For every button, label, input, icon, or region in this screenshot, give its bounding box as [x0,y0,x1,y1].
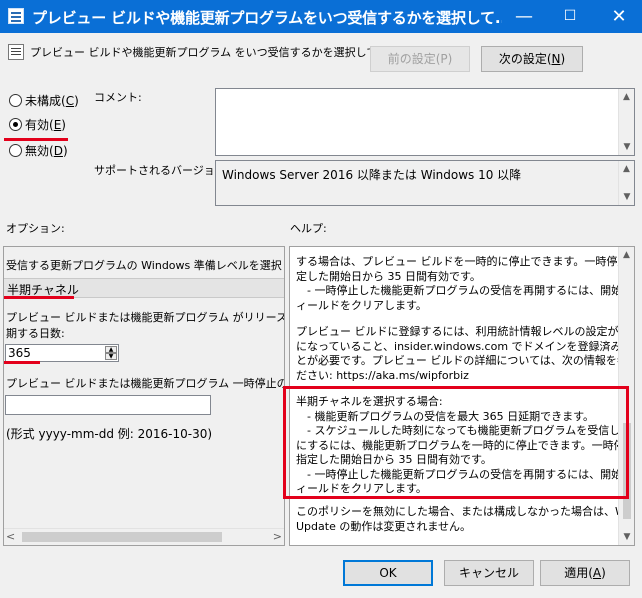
policy-icon [8,8,24,24]
help-line: このポリシーを無効にした場合、または構成しなかった場合は、Windows [296,505,635,518]
title-bar[interactable]: プレビュー ビルドや機能更新プログラムをいつ受信するかを選択して... — ☐ … [0,0,642,33]
defer-label-2: 期する日数: [6,327,65,340]
radio-circle[interactable] [9,144,22,157]
radio-key: C [65,94,75,108]
ok-button[interactable]: OK [343,560,433,586]
supported-value: Windows Server 2016 以降または Windows 10 以降 [222,168,522,182]
radio-not-configured[interactable]: 未構成(C) [9,92,79,110]
help-line: する場合は、プレビュー ビルドを一時的に停止できます。一時停止は、指 [296,255,635,268]
radio-circle-selected[interactable] [9,118,22,131]
radio-suffix: ) [62,144,68,158]
next-setting-button[interactable]: 次の設定(N) [481,46,583,72]
apply-key: A [592,566,602,580]
spin-up-icon[interactable]: ▲ [105,346,117,353]
comment-scrollbar[interactable]: ▲ ▼ [618,89,634,155]
defer-label: プレビュー ビルドまたは機能更新プログラム がリリースされた後、 [6,311,285,324]
help-line: ださい: https://aka.ms/wipforbiz [296,368,469,382]
supported-textbox: Windows Server 2016 以降または Windows 10 以降 … [215,160,635,206]
help-line: とが必要です。プレビュー ビルドの詳細については、次の情報を参照してく [296,354,635,367]
next-setting-suffix: ) [560,52,566,66]
defer-days-value: 365 [8,346,31,360]
scroll-up-icon[interactable]: ▲ [619,161,634,177]
help-line: 定した開始日から 35 日間有効です。 [296,269,481,283]
next-setting-label: 次の設定( [498,52,552,66]
help-line: になっていること、insider.windows.com でドメインを登録済みで… [296,339,635,353]
scroll-right-icon[interactable]: > [268,530,282,544]
maximize-icon[interactable]: ☐ [547,0,593,33]
help-line: プレビュー ビルドに登録するには、利用統計情報レベルの設定が 2 以上 [296,325,635,338]
help-paragraph-2: プレビュー ビルドに登録するには、利用統計情報レベルの設定が 2 以上 になって… [296,325,635,383]
options-hscrollbar[interactable]: < > [4,528,284,545]
apply-label: 適用( [564,566,593,580]
defer-days-spinner[interactable]: 365 ▲ ▼ [5,344,119,362]
annotation-underline [4,296,74,299]
radio-circle[interactable] [9,94,22,107]
radio-disabled[interactable]: 無効(D) [9,142,68,160]
prev-setting-button[interactable]: 前の設定(P) [370,46,470,72]
hscroll-thumb[interactable] [22,532,222,542]
scroll-up-icon[interactable]: ▲ [619,89,634,105]
pause-label: プレビュー ビルドまたは機能更新プログラム 一時停止の開始日 [6,377,284,390]
apply-suffix: ) [601,566,606,580]
help-line: Update の動作は変更されません。 [296,519,472,533]
options-label: オプション: [6,222,65,235]
help-paragraph-1: する場合は、プレビュー ビルドを一時的に停止できます。一時停止は、指 定した開始… [296,255,635,313]
close-icon[interactable]: ✕ [596,0,642,33]
comment-textarea[interactable]: ▲ ▼ [215,88,635,156]
scroll-down-icon[interactable]: ▼ [619,139,635,155]
radio-label: 未構成( [25,94,66,108]
apply-button[interactable]: 適用(A) [540,560,630,586]
comment-label: コメント: [94,91,142,104]
setting-name: プレビュー ビルドや機能更新プログラム をいつ受信するかを選択してください [30,46,422,59]
help-line: ィールドをクリアします。 [296,298,427,312]
radio-enabled[interactable]: 有効(E) [9,116,66,134]
radio-label: 有効( [25,118,54,132]
radio-suffix: ) [61,118,66,132]
help-label: ヘルプ: [290,222,327,235]
channel-dropdown[interactable]: 半期チャネル [4,278,284,298]
minimize-icon[interactable]: — [501,0,547,33]
receive-level-label: 受信する更新プログラムの Windows 準備レベルを選択して [6,259,285,272]
scroll-up-icon[interactable]: ▲ [619,247,634,263]
radio-suffix: ) [74,94,79,108]
setting-icon [8,44,24,60]
supported-label: サポートされるバージョン: [94,164,230,177]
supported-scrollbar[interactable]: ▲ ▼ [618,161,634,205]
spin-down-icon[interactable]: ▼ [105,353,117,360]
annotation-highlight-box [283,386,629,499]
annotation-underline [4,361,40,364]
scroll-left-icon[interactable]: < [6,530,20,544]
format-hint: (形式 yyyy-mm-dd 例: 2016-10-30) [6,427,213,441]
pause-date-input[interactable] [5,395,211,415]
annotation-underline [4,138,68,141]
scroll-down-icon[interactable]: ▼ [619,529,634,545]
help-paragraph-4: このポリシーを無効にした場合、または構成しなかった場合は、Windows Upd… [296,505,635,534]
help-line: - 一時停止した機能更新プログラムの受信を再開するには、開始日フ [296,284,635,297]
cancel-button[interactable]: キャンセル [444,560,534,586]
window-title: プレビュー ビルドや機能更新プログラムをいつ受信するかを選択して... [32,9,502,27]
scroll-down-icon[interactable]: ▼ [619,189,635,205]
radio-label: 無効( [25,144,54,158]
options-pane: 受信する更新プログラムの Windows 準備レベルを選択して 半期チャネル プ… [3,246,285,546]
radio-key: D [53,144,63,158]
